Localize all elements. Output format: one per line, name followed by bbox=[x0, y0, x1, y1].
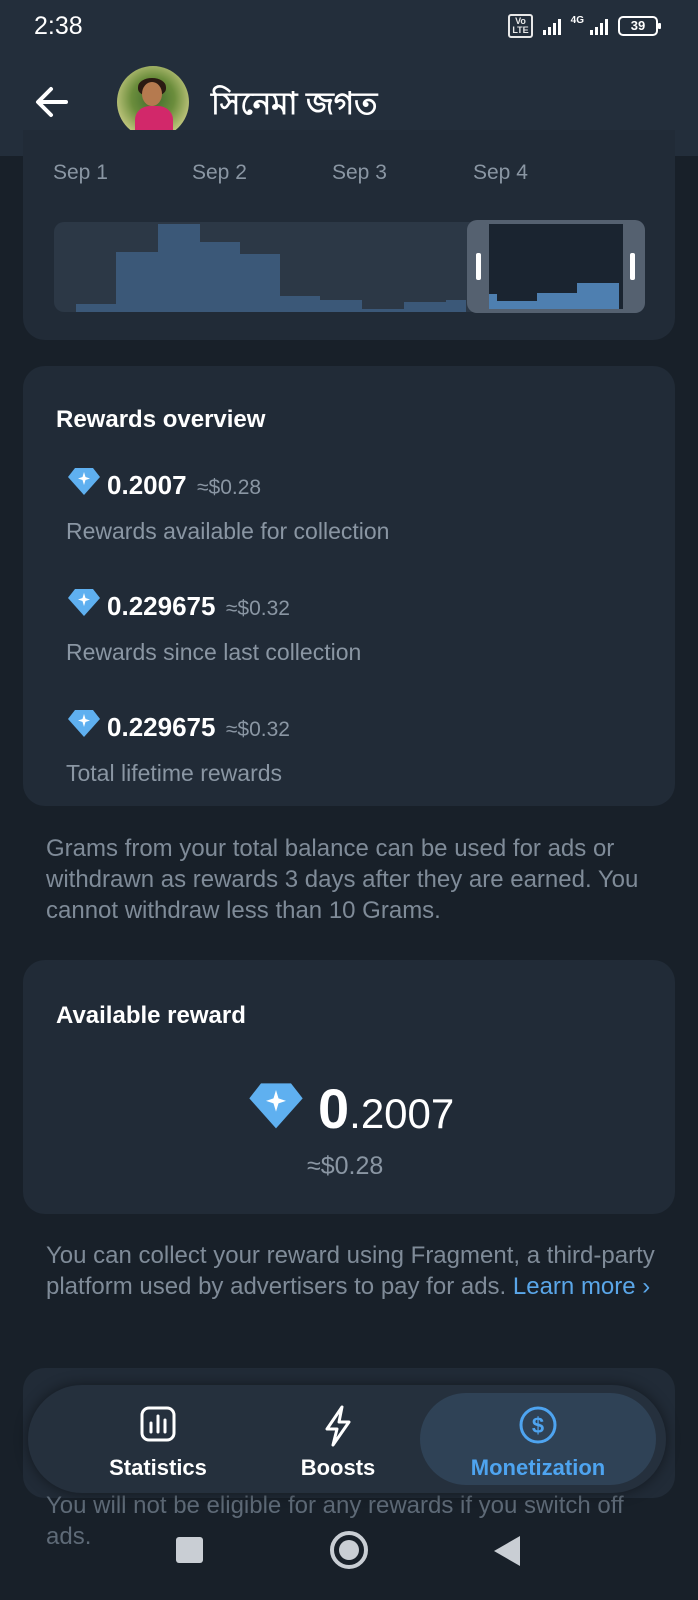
tab-label: Statistics bbox=[109, 1455, 207, 1480]
system-nav-bar bbox=[0, 1512, 698, 1600]
available-reward-amount: 0.2007 bbox=[318, 1077, 455, 1140]
status-icons: Vo LTE 4G 39 bbox=[508, 14, 661, 38]
tab-label: Boosts bbox=[300, 1455, 376, 1480]
lightning-icon bbox=[325, 1405, 351, 1447]
bottom-tab-bar: Statistics Boosts $ Monetization bbox=[28, 1385, 666, 1493]
diamond-icon bbox=[68, 710, 100, 737]
tab-statistics[interactable]: Statistics bbox=[58, 1385, 258, 1493]
chart-bar bbox=[489, 294, 497, 309]
dollar-coin-icon: $ bbox=[519, 1406, 557, 1444]
signal-icon-2 bbox=[590, 17, 608, 35]
chart-date-label: Sep 1 bbox=[53, 161, 108, 184]
home-button[interactable] bbox=[328, 1529, 370, 1571]
battery-icon: 39 bbox=[618, 16, 661, 36]
chart-bar bbox=[158, 224, 200, 312]
signal-icon bbox=[542, 17, 561, 35]
reward-usd: ≈$0.32 bbox=[225, 718, 290, 741]
chart-bar bbox=[497, 301, 537, 309]
tab-label: Monetization bbox=[470, 1455, 606, 1480]
chart-bar bbox=[577, 283, 619, 309]
chart-bar bbox=[280, 296, 320, 312]
reward-amount: 0 bbox=[107, 712, 122, 742]
fragment-note: You can collect your reward using Fragme… bbox=[46, 1242, 655, 1300]
chart-bar bbox=[404, 302, 446, 312]
available-reward-usd: ≈$0.28 bbox=[307, 1152, 384, 1180]
chart-bar bbox=[116, 252, 158, 312]
chart-bar bbox=[200, 242, 240, 312]
range-handle-left[interactable] bbox=[476, 253, 481, 280]
chart-date-label: Sep 4 bbox=[473, 161, 528, 184]
reward-amount: 0 bbox=[107, 470, 122, 500]
svg-text:$: $ bbox=[532, 1413, 544, 1438]
channel-title: সিনেমা জগত bbox=[211, 86, 378, 121]
reward-label: Total lifetime rewards bbox=[66, 760, 283, 786]
grams-info-note: Grams from your total balance can be use… bbox=[46, 835, 639, 924]
tab-monetization[interactable]: $ Monetization bbox=[420, 1393, 656, 1485]
chart-icon bbox=[140, 1406, 176, 1442]
reward-label: Rewards available for collection bbox=[66, 518, 390, 544]
reward-amount-fraction: .229675 bbox=[121, 712, 216, 742]
recents-button[interactable] bbox=[176, 1537, 203, 1563]
volte-icon: Vo LTE bbox=[508, 14, 533, 38]
rewards-overview-title: Rewards overview bbox=[56, 406, 266, 433]
chart-bar bbox=[362, 309, 404, 312]
chart-bar bbox=[320, 300, 362, 312]
learn-more-link[interactable]: Learn more › bbox=[513, 1273, 650, 1300]
back-triangle-button[interactable] bbox=[492, 1534, 522, 1568]
tab-boosts[interactable]: Boosts bbox=[248, 1385, 428, 1493]
reward-amount-fraction: .2007 bbox=[121, 470, 187, 500]
diamond-icon bbox=[68, 468, 100, 495]
network-type: 4G bbox=[570, 14, 584, 26]
status-time: 2:38 bbox=[34, 12, 83, 40]
reward-label: Rewards since last collection bbox=[66, 639, 362, 665]
diamond-icon bbox=[249, 1083, 303, 1129]
reward-usd: ≈$0.32 bbox=[225, 597, 290, 620]
diamond-icon bbox=[68, 589, 100, 616]
back-arrow-icon[interactable] bbox=[30, 80, 74, 124]
chart-bar bbox=[76, 304, 116, 312]
chart-date-label: Sep 2 bbox=[192, 161, 247, 184]
chart-bar bbox=[240, 254, 280, 312]
channel-avatar[interactable] bbox=[117, 66, 189, 138]
reward-usd: ≈$0.28 bbox=[197, 476, 262, 499]
available-reward-title: Available reward bbox=[56, 1002, 246, 1029]
reward-amount: 0 bbox=[107, 591, 122, 621]
chart-date-label: Sep 3 bbox=[332, 161, 387, 184]
range-handle-right[interactable] bbox=[630, 253, 635, 280]
chart-bar bbox=[446, 300, 466, 312]
chart-selected-bars bbox=[489, 224, 623, 309]
reward-amount-fraction: .229675 bbox=[121, 591, 216, 621]
chart-bar bbox=[537, 293, 577, 309]
